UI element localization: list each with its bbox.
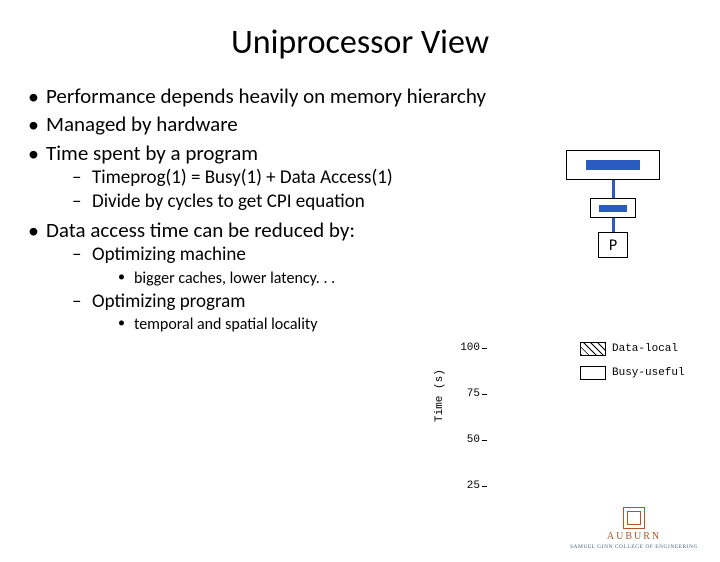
- bullet-4-sub-1-ss-1: bigger caches, lower latency. . .: [118, 268, 696, 290]
- slide-title: Uniprocessor View: [0, 22, 720, 63]
- diagram-processor-box: P: [598, 232, 628, 258]
- bullet-4-sub-1-text: Optimizing machine: [92, 243, 246, 266]
- y-tick-100: 100: [456, 342, 480, 354]
- y-tick-75: 75: [456, 388, 480, 400]
- bullet-4-sub-2-text: Optimizing program: [92, 290, 245, 313]
- bullet-4-sub-2: Optimizing program temporal and spatial …: [72, 290, 696, 336]
- bullet-3-text: Time spent by a program: [46, 140, 258, 166]
- legend-label-2: Busy-useful: [612, 367, 685, 379]
- legend-item-busy-useful: Busy-useful: [580, 366, 685, 380]
- bullet-1: Performance depends heavily on memory hi…: [24, 83, 696, 109]
- bullet-4-text: Data access time can be reduced by:: [46, 217, 355, 243]
- y-axis-label: Time (s): [434, 369, 446, 422]
- auburn-name: AUBURN: [570, 531, 698, 542]
- y-tick-mark: [482, 348, 487, 349]
- y-tick-mark: [482, 486, 487, 487]
- y-tick-mark: [482, 394, 487, 395]
- legend-item-data-local: Data-local: [580, 342, 678, 356]
- y-tick-50: 50: [456, 434, 480, 446]
- y-tick-mark: [482, 440, 487, 441]
- auburn-college: SAMUEL GINN COLLEGE OF ENGINEERING: [570, 544, 698, 550]
- diagram-wire: [612, 180, 615, 198]
- bullet-4-sub-2-ss-1: temporal and spatial locality: [118, 314, 696, 336]
- diagram-wire-short: [612, 218, 615, 232]
- swatch-hatch-icon: [580, 342, 606, 356]
- diagram-bus-bar: [586, 160, 640, 170]
- bullet-2: Managed by hardware: [24, 111, 696, 137]
- system-diagram: P: [564, 150, 662, 258]
- diagram-cache-box: [590, 198, 636, 218]
- auburn-mark-icon: [623, 507, 645, 529]
- y-tick-25: 25: [456, 480, 480, 492]
- legend-label-1: Data-local: [612, 343, 678, 355]
- diagram-memory-box: [566, 150, 660, 180]
- auburn-logo: AUBURN SAMUEL GINN COLLEGE OF ENGINEERIN…: [570, 507, 698, 550]
- swatch-plain-icon: [580, 366, 606, 380]
- diagram-bus-bar-small: [599, 205, 627, 212]
